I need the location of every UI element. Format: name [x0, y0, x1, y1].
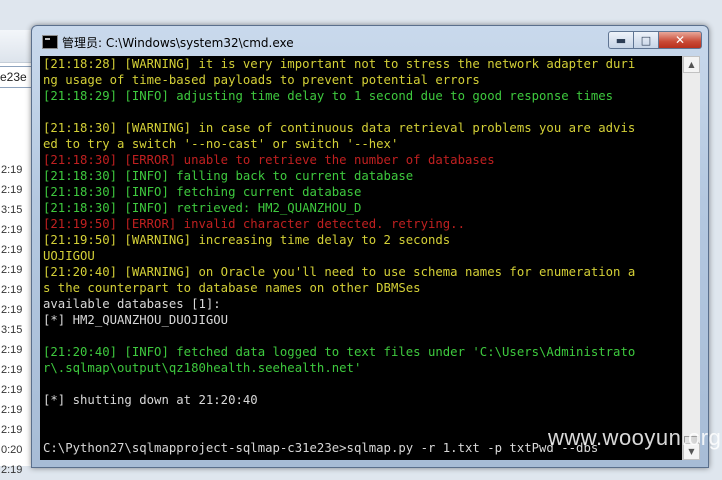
background-list-time: 3:15 — [1, 204, 23, 216]
background-path-field[interactable]: e23e — [0, 66, 35, 88]
console-line: [21:19:50] [ERROR] invalid character det… — [43, 217, 465, 231]
background-list-time: 2:19 — [1, 224, 23, 236]
console-line: [21:18:30] [ERROR] unable to retrieve th… — [43, 153, 495, 167]
console-line: [21:18:30] [INFO] falling back to curren… — [43, 169, 414, 183]
window-controls: ▬ □ ✕ — [608, 31, 702, 51]
console-line: available databases [1]: — [43, 297, 221, 311]
vertical-scrollbar[interactable]: ▲ ▼ — [682, 56, 700, 460]
console-lines: [21:18:28] [WARNING] it is very importan… — [43, 56, 682, 456]
background-list-time: 2:19 — [1, 344, 23, 356]
console-line: s the counterpart to database names on o… — [43, 281, 421, 295]
cmd-app-icon[interactable] — [42, 35, 58, 49]
console-line: r\.sqlmap\output\qz180health.seehealth.n… — [43, 361, 362, 375]
console-line: ed to try a switch '--no-cast' or switch… — [43, 137, 399, 151]
background-list-time: 2:19 — [1, 364, 23, 376]
watermark: www.wooyun.org — [548, 425, 722, 450]
close-button[interactable]: ✕ — [658, 31, 702, 49]
console-line: [*] shutting down at 21:20:40 — [43, 393, 258, 407]
console-line: [21:20:40] [INFO] fetched data logged to… — [43, 345, 636, 359]
background-list-time: 2:19 — [1, 384, 23, 396]
background-list-time: 2:19 — [1, 184, 23, 196]
title-bar[interactable]: 管理员: C:\Windows\system32\cmd.exe ▬ □ ✕ — [32, 26, 708, 56]
background-list-time: 2:19 — [1, 164, 23, 176]
console-line: [21:18:28] [WARNING] it is very importan… — [43, 57, 636, 71]
background-list-time: 2:19 — [1, 424, 23, 436]
background-file-list: 2:19 2:19 3:15 2:19 2:19 2:19 2:19 2:19 3:15 2:19… — [0, 160, 34, 480]
window-title: 管理员: C:\Windows\system32\cmd.exe — [62, 36, 294, 50]
background-list-time: 2:19 — [1, 244, 23, 256]
scroll-up-arrow-icon[interactable]: ▲ — [683, 56, 700, 73]
background-list-time: 2:19 — [1, 264, 23, 276]
background-list-time: 2:19 — [1, 464, 23, 476]
console-line: [21:18:29] [INFO] adjusting time delay t… — [43, 89, 614, 103]
console-line: UOJIGOU — [43, 249, 95, 263]
minimize-button[interactable]: ▬ — [608, 31, 634, 49]
background-list-time: 0:20 — [1, 444, 23, 456]
console-line: [21:18:30] [WARNING] in case of continuo… — [43, 121, 636, 135]
console-output[interactable]: [21:18:28] [WARNING] it is very importan… — [40, 56, 682, 460]
background-list-time: 2:19 — [1, 404, 23, 416]
cmd-window: 管理员: C:\Windows\system32\cmd.exe ▬ □ ✕ [… — [31, 25, 709, 468]
console-line: [21:18:30] [INFO] fetching current datab… — [43, 185, 362, 199]
background-list-time: 3:15 — [1, 324, 23, 336]
console-line: [*] HM2_QUANZHOU_DUOJIGOU — [43, 313, 229, 327]
console-line: [21:20:40] [WARNING] on Oracle you'll ne… — [43, 265, 636, 279]
console-line: [21:19:50] [WARNING] increasing time del… — [43, 233, 451, 247]
console-line: ng usage of time-based payloads to preve… — [43, 73, 480, 87]
console-line: [21:18:30] [INFO] retrieved: HM2_QUANZHO… — [43, 201, 362, 215]
background-list-time: 2:19 — [1, 284, 23, 296]
background-list-time: 2:19 — [1, 304, 23, 316]
maximize-button[interactable]: □ — [633, 31, 659, 49]
